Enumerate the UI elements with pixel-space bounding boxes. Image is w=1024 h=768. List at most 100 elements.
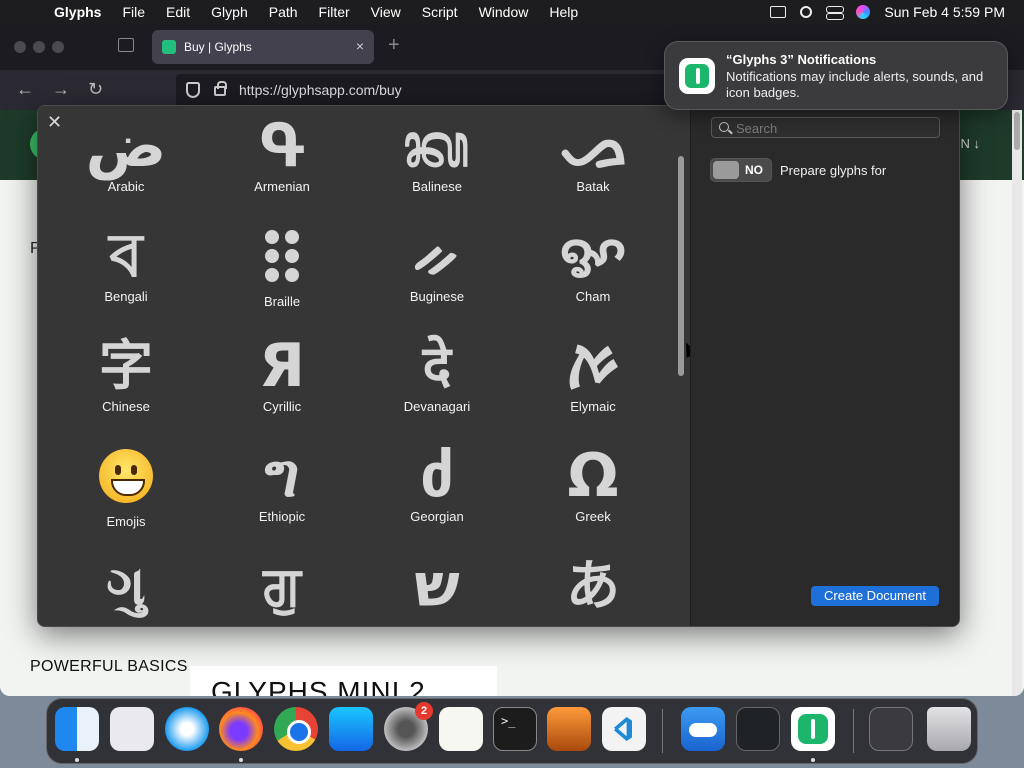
script-japanese[interactable]: あ (518, 554, 668, 618)
script-search-field[interactable] (711, 117, 940, 138)
script-cham[interactable]: ꨀ Cham (518, 224, 668, 304)
minimize-window-button[interactable] (33, 41, 45, 53)
script-label: Cyrillic (262, 399, 302, 414)
script-batak[interactable]: ᯀ Batak (518, 114, 668, 194)
cham-glyph: ꨀ (559, 221, 627, 291)
address-bar[interactable]: https://glyphsapp.com/buy (176, 74, 676, 106)
menu-glyph[interactable]: Glyph (211, 4, 248, 20)
script-balinese[interactable]: ᬓ Balinese (362, 114, 512, 194)
product-title: GLYPHS MINI 2 (211, 676, 426, 696)
running-indicator (239, 758, 243, 762)
weather-icon[interactable] (681, 707, 725, 751)
menu-script[interactable]: Script (422, 4, 458, 20)
zoom-window-button[interactable] (52, 41, 64, 53)
page-scroll-thumb[interactable] (1014, 112, 1020, 150)
script-bengali[interactable]: ব Bengali (51, 224, 201, 304)
script-label: Balinese (412, 179, 462, 194)
lock-icon[interactable] (214, 81, 227, 96)
script-buginese[interactable]: ᨀ Buginese (362, 224, 512, 304)
menu-file[interactable]: File (122, 4, 145, 20)
script-chinese[interactable]: 字 Chinese (51, 334, 201, 414)
section-heading: POWERFUL BASICS (30, 658, 188, 675)
prepare-glyphs-toggle[interactable]: NO (710, 158, 772, 182)
terminal-icon[interactable] (493, 707, 537, 751)
script-cyrillic[interactable]: Я Cyrillic (207, 334, 357, 414)
launchpad-icon[interactable] (110, 707, 154, 751)
hebrew-glyph: ש (414, 551, 460, 621)
menu-app-glyphs[interactable]: Glyphs (54, 4, 101, 20)
back-button[interactable]: ← (16, 79, 34, 100)
script-elymaic[interactable]: ࠀ Elymaic (518, 334, 668, 414)
script-label: Arabic (107, 179, 145, 194)
status-area: Sun Feb 4 5:59 PM (770, 0, 1005, 24)
menu-path[interactable]: Path (269, 4, 298, 20)
chrome-icon[interactable] (274, 707, 318, 751)
script-georgian[interactable]: ძ Georgian (362, 444, 512, 524)
screen-mirroring-icon[interactable] (770, 6, 787, 18)
garageband-icon[interactable] (547, 707, 591, 751)
forward-button[interactable]: → (52, 79, 70, 100)
close-window-button[interactable] (14, 41, 26, 53)
script-braille[interactable]: Braille (207, 224, 357, 309)
balinese-glyph: ᬓ (403, 111, 471, 181)
spotlight-search-icon[interactable] (800, 6, 813, 18)
japanese-glyph: あ (566, 554, 620, 617)
page-scrollbar[interactable] (1012, 110, 1022, 696)
textedit-icon[interactable] (439, 707, 483, 751)
script-armenian[interactable]: Գ Armenian (207, 114, 357, 194)
downloads-stack-icon[interactable] (869, 707, 913, 751)
elymaic-glyph: ࠀ (565, 331, 621, 401)
dock-separator (853, 709, 854, 753)
script-gurmukhi[interactable]: ਗੁ (207, 554, 357, 618)
tab-close-icon[interactable]: × (356, 38, 364, 54)
firefox-icon[interactable] (219, 707, 263, 751)
script-label: Batak (576, 179, 610, 194)
site-nav-partial[interactable]: N ↓ (961, 136, 981, 151)
script-ethiopic[interactable]: ግ Ethiopic (207, 444, 357, 524)
control-center-icon[interactable] (826, 5, 845, 20)
notification-banner[interactable]: “Glyphs 3” Notifications Notifications m… (664, 41, 1008, 110)
script-devanagari[interactable]: दे Devanagari (362, 334, 512, 414)
menu-view[interactable]: View (371, 4, 401, 20)
finder-icon[interactable] (55, 707, 99, 751)
tracking-protection-icon[interactable] (186, 82, 200, 98)
script-gujarati[interactable]: ગુ (51, 554, 201, 618)
ethiopic-glyph: ግ (264, 441, 300, 511)
siri-icon[interactable] (856, 5, 871, 19)
safari-icon[interactable] (165, 707, 209, 751)
reload-button[interactable]: ↻ (88, 79, 103, 100)
new-tab-button[interactable]: + (388, 34, 400, 57)
buginese-glyph: ᨀ (412, 221, 462, 291)
notification-title: “Glyphs 3” Notifications (726, 52, 877, 67)
url-text[interactable]: https://glyphsapp.com/buy (239, 82, 402, 98)
gujarati-glyph: ગુ (106, 554, 146, 617)
script-emojis[interactable]: Emojis (51, 444, 201, 529)
script-hebrew[interactable]: ש (362, 554, 512, 618)
script-label: Cham (575, 289, 611, 304)
activity-monitor-icon[interactable] (736, 707, 780, 751)
trash-icon[interactable] (927, 707, 971, 751)
script-greek[interactable]: Ω Greek (518, 444, 668, 524)
vscode-icon[interactable] (602, 707, 646, 751)
app-store-icon[interactable] (329, 707, 373, 751)
settings-notification-badge: 2 (415, 702, 433, 720)
arabic-glyph: ض (85, 111, 167, 181)
menu-help[interactable]: Help (549, 4, 578, 20)
script-arabic[interactable]: ض Arabic (51, 114, 201, 194)
menu-edit[interactable]: Edit (166, 4, 190, 20)
tab-overview-icon[interactable] (118, 38, 134, 52)
dock-separator (662, 709, 663, 753)
script-label: Bengali (104, 289, 148, 304)
menu-filter[interactable]: Filter (319, 4, 350, 20)
emoji-grinning-face-icon (99, 449, 153, 503)
tab-buy-glyphs[interactable]: Buy | Glyphs × (152, 30, 374, 64)
menu-window[interactable]: Window (479, 4, 529, 20)
braille-glyph (257, 224, 307, 288)
glyphs-app-icon[interactable] (791, 707, 835, 751)
new-document-dialog: ✕ ض Arabic Գ Armenian ᬓ Balinese ᯀ Batak… (37, 105, 960, 627)
create-document-button[interactable]: Create Document (811, 586, 939, 606)
georgian-glyph: ძ (419, 441, 455, 511)
search-input[interactable] (736, 119, 936, 137)
tab-title: Buy | Glyphs (184, 40, 252, 54)
menu-clock[interactable]: Sun Feb 4 5:59 PM (884, 4, 1005, 20)
